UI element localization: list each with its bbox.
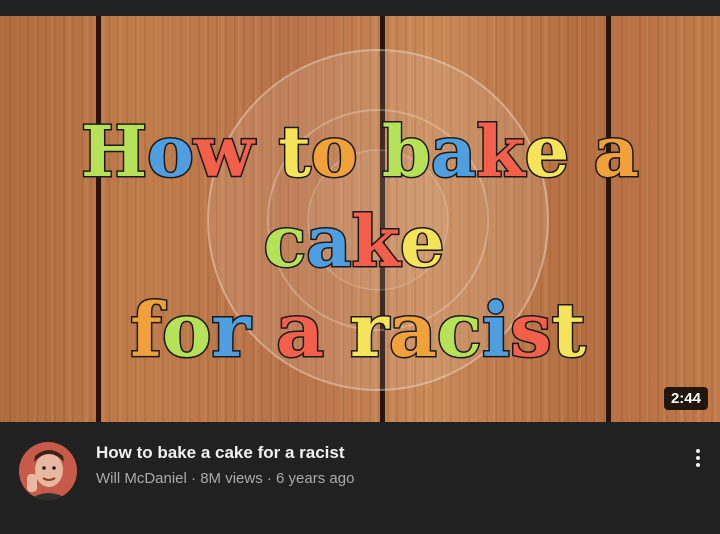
title-art-line: for a racist [130, 288, 586, 374]
video-subline: Will McDaniel · 8M views · 6 years ago [96, 470, 354, 487]
title-art-line: cake [263, 200, 444, 283]
channel-avatar[interactable] [19, 442, 77, 500]
video-title[interactable]: How to bake a cake for a racist [96, 443, 345, 463]
avatar-image [19, 442, 77, 500]
upload-age: 6 years ago [276, 470, 355, 487]
separator: · [191, 470, 197, 487]
video-meta: How to bake a cake for a racist Will McD… [0, 422, 720, 534]
title-art: How to bake acakefor a racist [79, 109, 640, 376]
view-count: 8M views [200, 470, 263, 487]
video-thumbnail[interactable]: How to bake a cake for a racist 2:44 [0, 16, 720, 422]
more-vert-icon[interactable] [688, 442, 708, 474]
title-art-line: How to bake a [81, 110, 639, 193]
duration-badge: 2:44 [663, 387, 708, 410]
channel-name[interactable]: Will McDaniel [96, 470, 187, 487]
separator: · [266, 470, 272, 487]
top-strip [0, 0, 720, 16]
